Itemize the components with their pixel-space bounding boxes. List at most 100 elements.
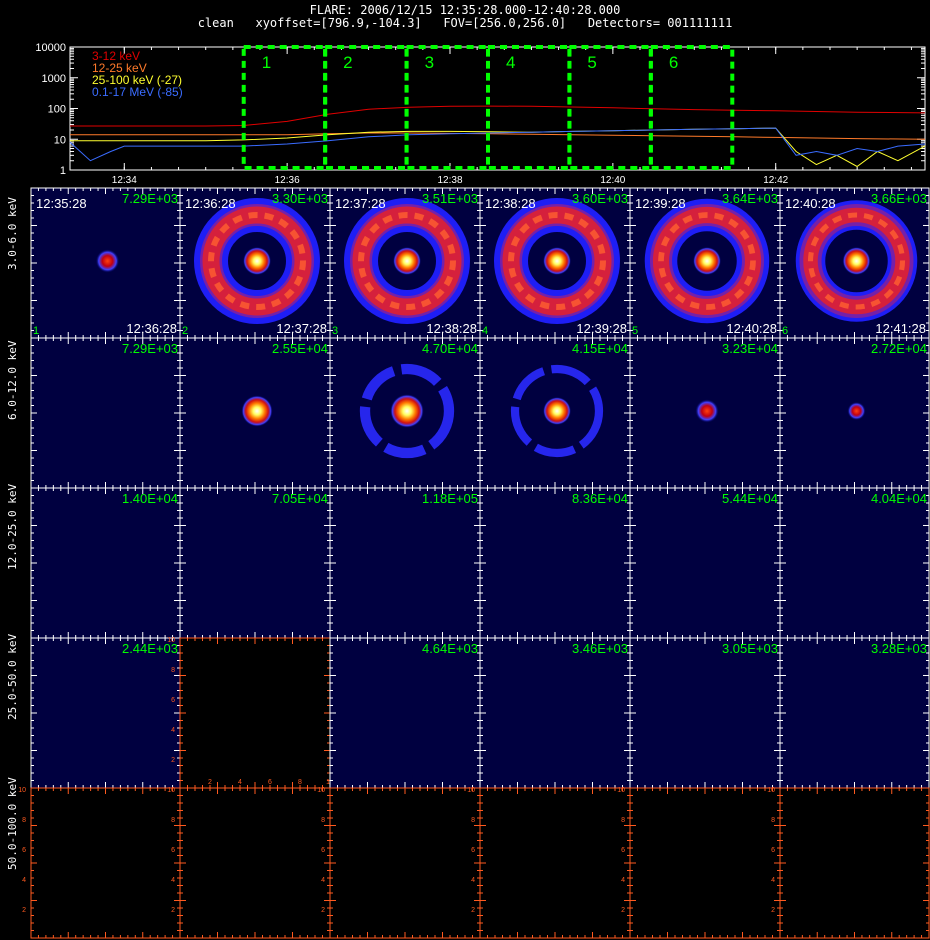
empty-axis-label: 6	[22, 847, 26, 854]
core-source	[393, 247, 421, 275]
empty-axis-label: 2	[208, 779, 212, 786]
empty-axis-label: 10	[167, 787, 175, 794]
empty-axis-label: 10	[767, 787, 775, 794]
image-panel	[779, 787, 930, 939]
max-value-label: 2.55E+04	[272, 341, 328, 356]
max-value-label: 7.29E+03	[122, 191, 178, 206]
empty-axis-label: 8	[171, 817, 175, 824]
interval-index: 4	[482, 325, 488, 337]
empty-axis-label: 10	[18, 787, 26, 794]
empty-axis-label: 4	[321, 877, 325, 884]
empty-axis-label: 2	[621, 907, 625, 914]
image-panel	[629, 637, 781, 789]
row-energy-label: 6.0-12.0 keV	[6, 340, 19, 420]
max-value-label: 7.29E+03	[122, 341, 178, 356]
empty-axis-label: 6	[471, 847, 475, 854]
interval-end-time: 12:37:28	[276, 321, 327, 336]
empty-axis-label: 8	[171, 667, 175, 674]
max-value-label: 2.72E+04	[871, 341, 927, 356]
empty-axis-label: 8	[471, 817, 475, 824]
empty-axis-label: 2	[471, 907, 475, 914]
empty-axis-label: 8	[321, 817, 325, 824]
empty-axis-label: 4	[621, 877, 625, 884]
interval-index: 5	[632, 325, 638, 337]
empty-axis-label: 4	[471, 877, 475, 884]
core-source	[95, 249, 120, 273]
core-source	[543, 247, 571, 275]
max-value-label: 5.44E+04	[722, 491, 778, 506]
empty-axis-label: 6	[771, 847, 775, 854]
image-panel	[179, 787, 331, 939]
max-value-label: 4.04E+04	[871, 491, 927, 506]
image-panel	[30, 787, 181, 939]
empty-axis-label: 2	[321, 907, 325, 914]
empty-axis-label: 10	[317, 787, 325, 794]
core-source	[243, 247, 271, 275]
interval-end-time: 12:36:28	[126, 321, 177, 336]
interval-start-time: 12:35:28	[36, 196, 87, 211]
image-panel	[479, 487, 631, 639]
max-value-label: 8.36E+04	[572, 491, 628, 506]
empty-axis-label: 6	[268, 779, 272, 786]
empty-axis-label: 6	[621, 847, 625, 854]
empty-axis-label: 2	[171, 757, 175, 764]
core-source	[543, 397, 571, 425]
interval-start-time: 12:38:28	[485, 196, 536, 211]
empty-axis-label: 10	[167, 637, 175, 644]
interval-index: 1	[33, 325, 39, 337]
empty-axis-label: 6	[171, 697, 175, 704]
empty-axis-label: 8	[771, 817, 775, 824]
core-source	[693, 247, 721, 275]
interval-index: 3	[332, 325, 338, 337]
interval-index: 6	[782, 325, 788, 337]
image-grid: 7.29E+03 12:35:28 12:36:28 1 3.30E+03 12:36:2…	[18, 187, 930, 939]
core-source	[847, 401, 866, 421]
row-energy-label: 12.0-25.0 keV	[6, 483, 19, 570]
max-value-label: 3.05E+03	[722, 641, 778, 656]
image-panel	[629, 787, 781, 939]
empty-axis-label: 8	[621, 817, 625, 824]
interval-start-time: 12:40:28	[785, 196, 836, 211]
empty-axis-label: 2	[22, 907, 26, 914]
max-value-label: 4.70E+04	[422, 341, 478, 356]
row-energy-label: 50.0-100.0 keV	[6, 776, 19, 870]
image-panel	[629, 487, 781, 639]
max-value-label: 3.51E+03	[422, 191, 478, 206]
core-source	[390, 394, 424, 428]
empty-axis-label: 4	[771, 877, 775, 884]
empty-axis-label: 4	[238, 779, 242, 786]
row-energy-label: 25.0-50.0 keV	[6, 633, 19, 720]
empty-axis-label: 2	[171, 907, 175, 914]
interval-index: 2	[182, 325, 188, 337]
empty-axis-label: 4	[22, 877, 26, 884]
max-value-label: 3.66E+03	[871, 191, 927, 206]
image-panel	[779, 637, 930, 789]
empty-axis-label: 6	[171, 847, 175, 854]
image-panel	[179, 637, 331, 789]
interval-start-time: 12:39:28	[635, 196, 686, 211]
empty-axis-label: 4	[171, 727, 175, 734]
empty-axis-label: 10	[467, 787, 475, 794]
image-panel	[179, 487, 331, 639]
image-panel	[329, 637, 481, 789]
image-panel	[329, 487, 481, 639]
empty-axis-label: 10	[617, 787, 625, 794]
max-value-label: 3.64E+03	[722, 191, 778, 206]
interval-start-time: 12:37:28	[335, 196, 386, 211]
image-panel	[779, 487, 930, 639]
interval-start-time: 12:36:28	[185, 196, 236, 211]
max-value-label: 3.28E+03	[871, 641, 927, 656]
empty-axis-label: 8	[298, 779, 302, 786]
empty-axis-label: 2	[771, 907, 775, 914]
image-panel	[30, 487, 181, 639]
image-panel	[30, 637, 181, 789]
max-value-label: 3.30E+03	[272, 191, 328, 206]
interval-end-time: 12:40:28	[726, 321, 777, 336]
interval-end-time: 12:39:28	[576, 321, 627, 336]
max-value-label: 3.23E+04	[722, 341, 778, 356]
empty-axis-label: 6	[321, 847, 325, 854]
empty-axis-label: 8	[22, 817, 26, 824]
max-value-label: 1.40E+04	[122, 491, 178, 506]
max-value-label: 7.05E+04	[272, 491, 328, 506]
max-value-label: 4.64E+03	[422, 641, 478, 656]
